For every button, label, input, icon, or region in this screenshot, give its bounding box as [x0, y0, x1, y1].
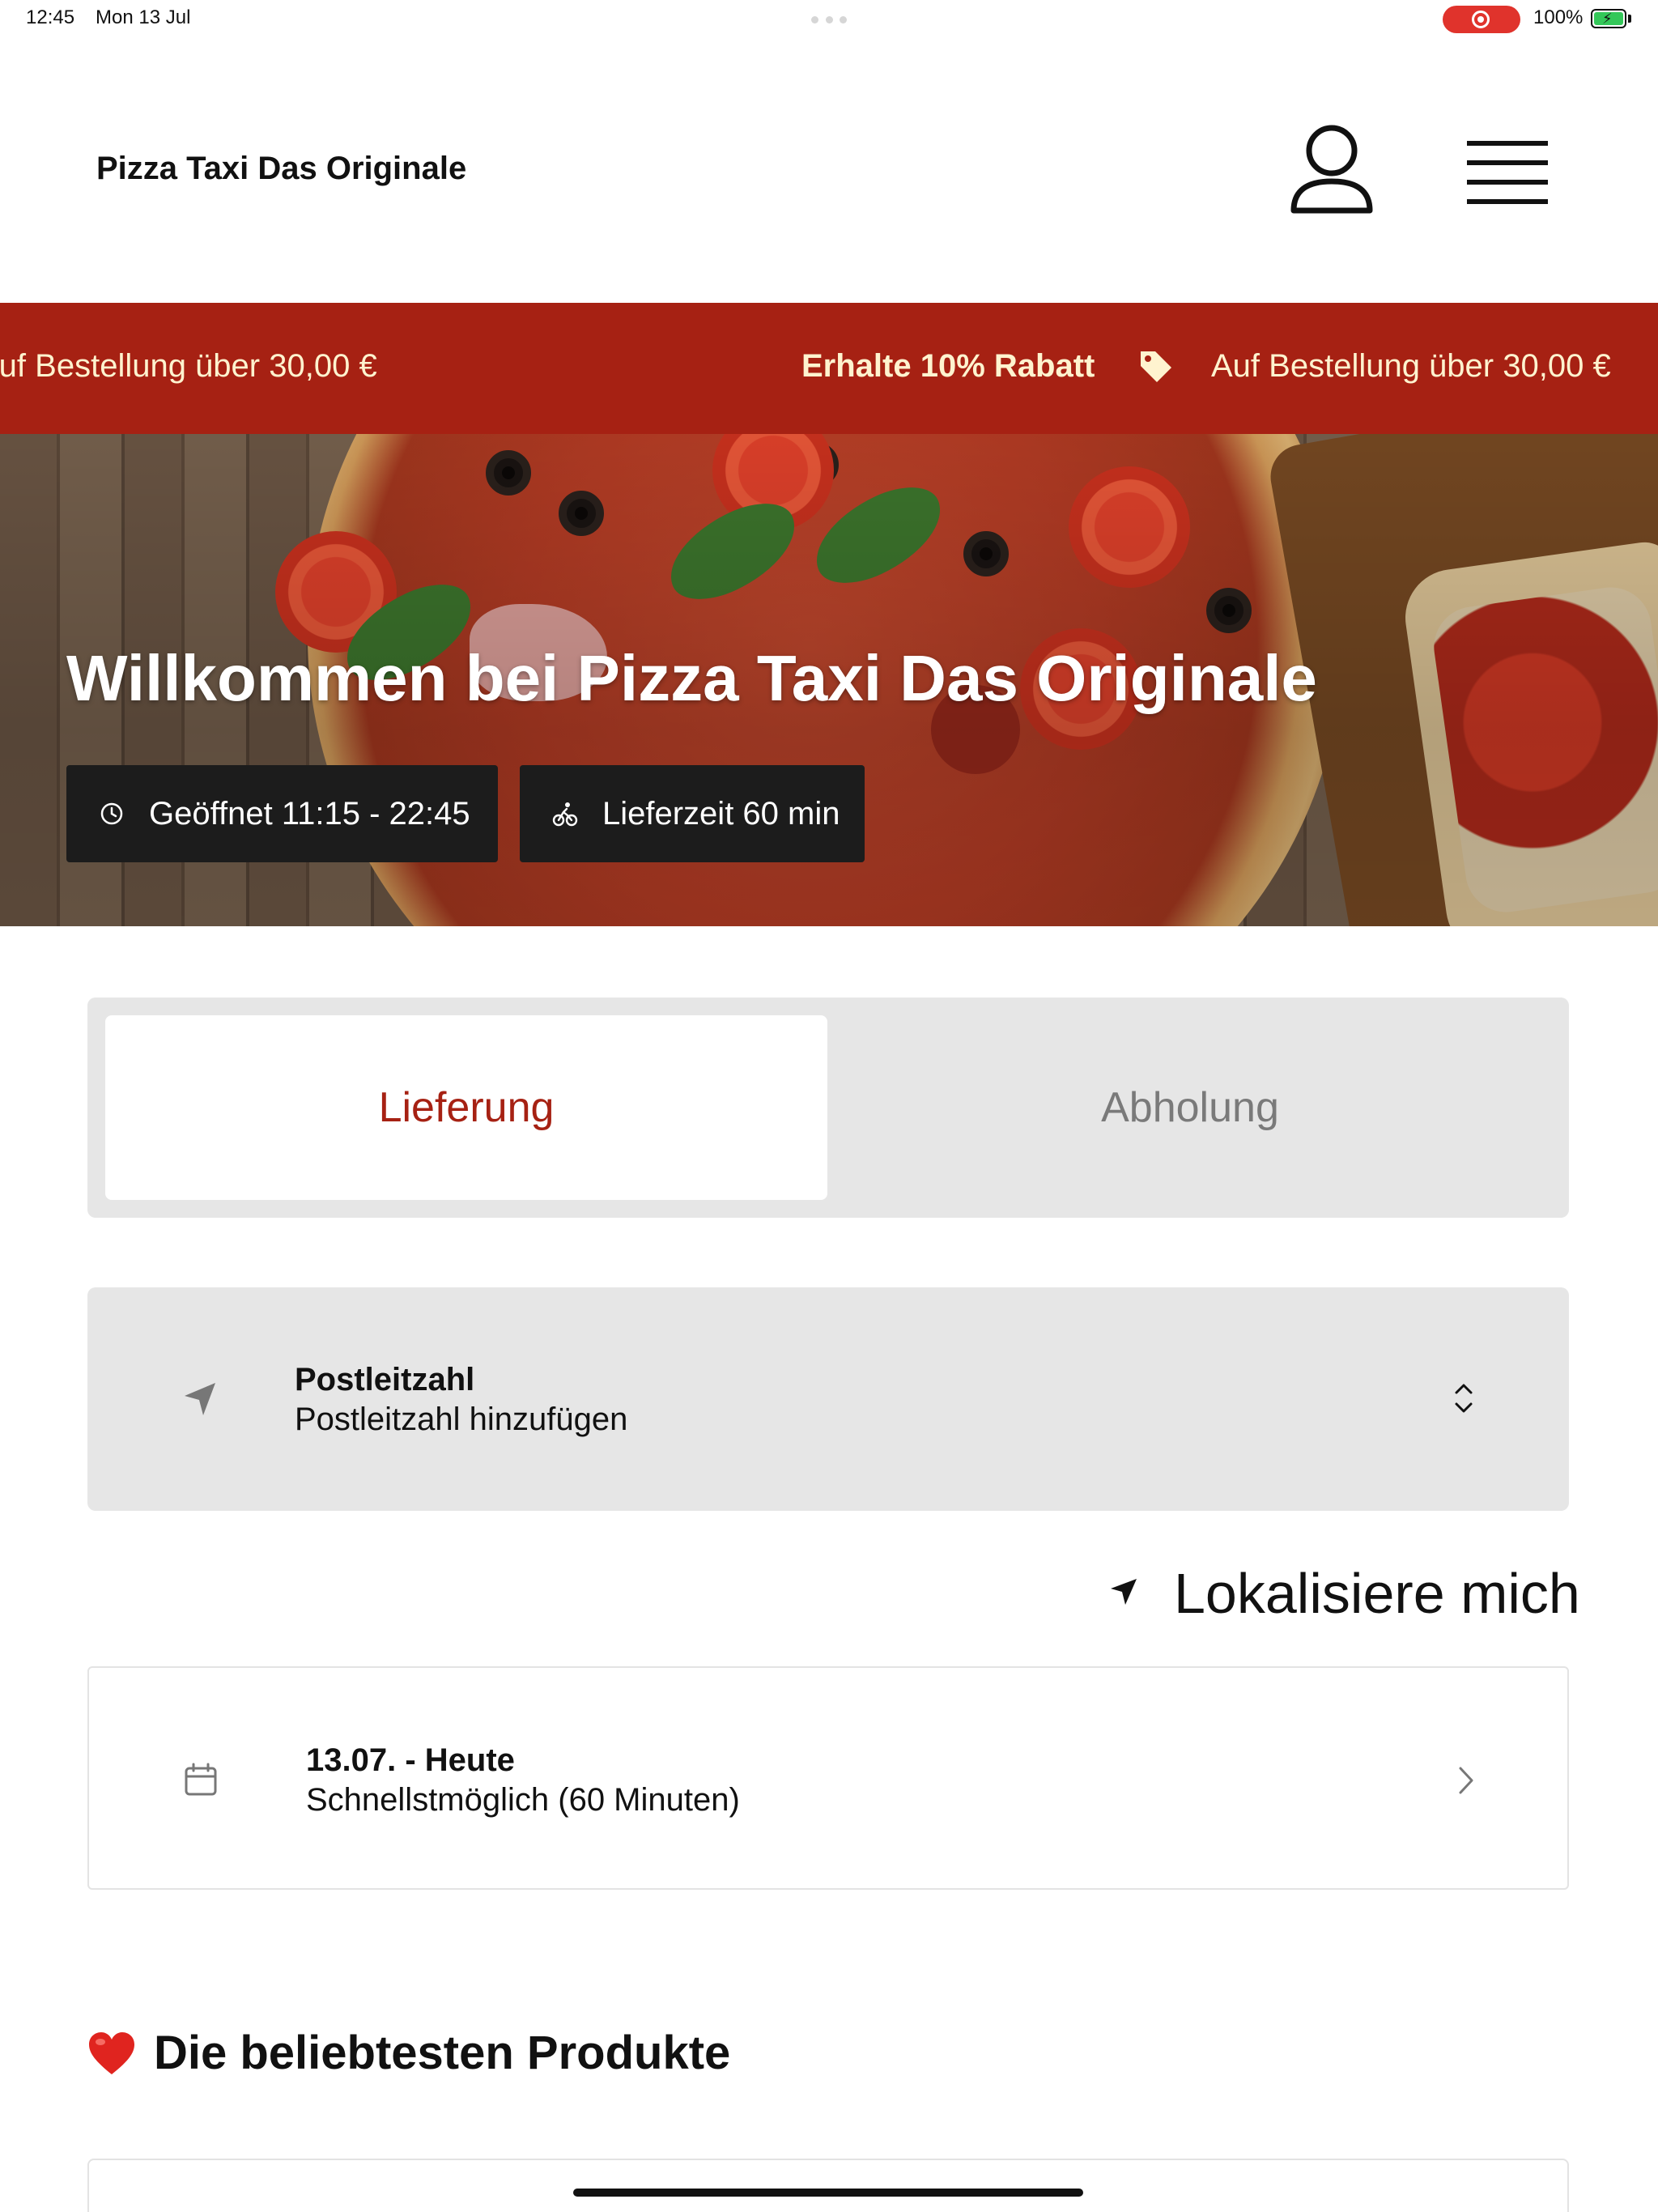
popular-products-title: Die beliebtesten Produkte: [154, 2027, 731, 2079]
site-header: Pizza Taxi Das Originale: [0, 39, 1658, 303]
location-arrow-icon: [185, 1383, 215, 1415]
bicycle-courier-icon: [549, 798, 581, 830]
hamburger-menu-icon: [1467, 141, 1548, 204]
hero-banner: Willkommen bei Pizza Taxi Das Originale …: [0, 434, 1658, 926]
product-card[interactable]: [87, 2159, 1569, 2212]
delivery-time-badge: Lieferzeit 60 min: [520, 765, 865, 862]
locate-me-button[interactable]: Lokalisiere mich: [1107, 1558, 1580, 1626]
page: 12:45 Mon 13 Jul 100% ⚡ Pizza Taxi Das O…: [0, 0, 1658, 2212]
opening-hours-text: Geöffnet 11:15 - 22:45: [149, 795, 470, 832]
brand-name[interactable]: Pizza Taxi Das Originale: [96, 151, 466, 187]
tab-delivery[interactable]: Lieferung: [105, 1015, 827, 1200]
promo-text-left: Auf Bestellung über 30,00 €: [0, 348, 377, 384]
delivery-time-value: Schnellstmöglich (60 Minuten): [306, 1782, 740, 1818]
promo-highlight: Erhalte 10% Rabatt: [801, 348, 1095, 384]
account-button[interactable]: [1287, 120, 1376, 217]
postcode-label: Postleitzahl: [295, 1362, 475, 1397]
location-arrow-icon: [1111, 1579, 1137, 1605]
locate-me-label: Lokalisiere mich: [1174, 1562, 1580, 1625]
user-icon: [1290, 125, 1373, 214]
postcode-selector[interactable]: Postleitzahl Postleitzahl hinzufügen: [87, 1287, 1569, 1511]
promo-banner: Auf Bestellung über 30,00 € Erhalte 10% …: [0, 303, 1658, 434]
popular-products-heading: Die beliebtesten Produkte: [87, 2026, 730, 2080]
postcode-placeholder: Postleitzahl hinzufügen: [295, 1402, 628, 1437]
screen-recording-icon[interactable]: [1443, 6, 1520, 33]
battery-icon: ⚡: [1591, 9, 1626, 28]
clock-icon: [96, 798, 128, 830]
hero-title: Willkommen bei Pizza Taxi Das Originale: [66, 642, 1317, 714]
order-mode-toggle: Lieferung Abholung: [87, 998, 1569, 1218]
home-indicator[interactable]: [573, 2189, 1083, 2197]
price-tag-icon: [1141, 351, 1171, 382]
delivery-time-text: Lieferzeit 60 min: [602, 795, 840, 832]
promo-text-right: Auf Bestellung über 30,00 €: [1211, 348, 1611, 384]
tab-pickup[interactable]: Abholung: [829, 1015, 1551, 1200]
status-date: Mon 13 Jul: [96, 6, 191, 28]
battery-nub: [1628, 15, 1631, 23]
menu-button[interactable]: [1457, 128, 1558, 209]
battery-percent: 100%: [1533, 6, 1584, 28]
delivery-date-label: 13.07. - Heute: [306, 1742, 515, 1778]
chevron-up-down-icon: [1455, 1384, 1473, 1413]
multitasking-dots-icon[interactable]: [811, 16, 847, 23]
heart-icon: [89, 2031, 134, 2074]
status-bar: 12:45 Mon 13 Jul 100% ⚡: [0, 0, 1658, 39]
opening-hours-badge: Geöffnet 11:15 - 22:45: [66, 765, 498, 862]
delivery-time-selector[interactable]: 13.07. - Heute Schnellstmöglich (60 Minu…: [87, 1666, 1569, 1890]
chevron-right-icon: [1459, 1767, 1473, 1794]
status-time: 12:45: [26, 6, 75, 28]
calendar-icon: [185, 1763, 217, 1796]
